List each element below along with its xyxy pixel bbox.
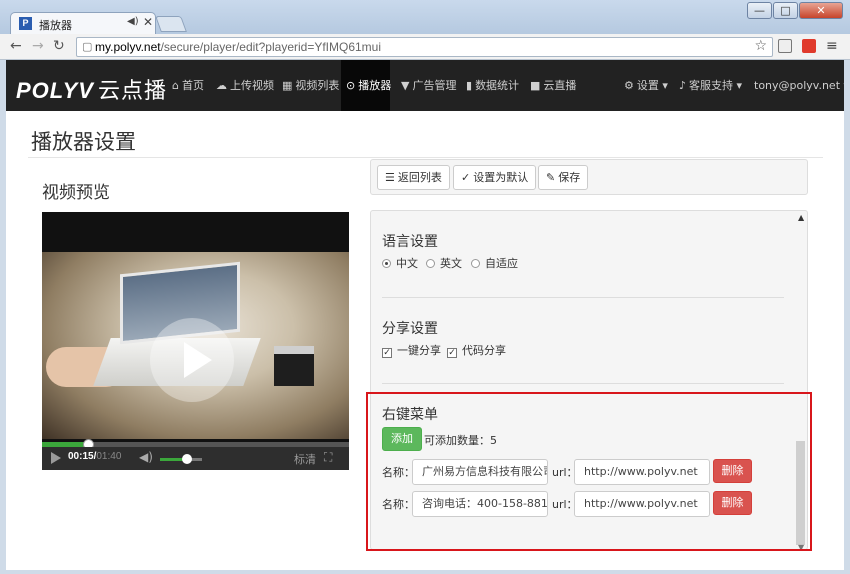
nav-item-live[interactable]: ■ 云直播 <box>530 60 576 111</box>
nav-item-account[interactable]: tony@polyv.net ▾ <box>754 60 844 111</box>
maximize-button[interactable]: □ <box>773 2 798 19</box>
share-option-one-click[interactable]: ✓ 一键分享 <box>382 342 441 358</box>
nav-item-stats[interactable]: ▮ 数据统计 <box>466 60 519 111</box>
save-button[interactable]: ✎ 保存 <box>538 165 589 190</box>
top-navbar: POLYV 云点播 ⌂ 首页 ☁ 上传视频 ▦ 视频列表 ⊙ 播放器 ▼ 广告管理 ▮ 数据统… <box>6 60 844 111</box>
play-circle-icon: ⊙ <box>346 79 356 92</box>
check-circle-icon: ✓ <box>461 171 471 184</box>
language-option-auto[interactable]: 自适应 <box>471 255 518 271</box>
browser-menu-icon[interactable]: ≡ <box>826 38 838 54</box>
video-frame[interactable] <box>42 252 349 439</box>
divider <box>382 383 784 384</box>
big-play-button[interactable] <box>150 318 234 402</box>
browser-toolbar: ← → ↻ ▢ my.polyv.net/secure/player/edit?… <box>0 34 850 60</box>
page-title: 播放器设置 <box>31 130 136 154</box>
bookmark-star-icon[interactable]: ☆ <box>754 38 767 54</box>
language-title: 语言设置 <box>382 234 438 250</box>
scroll-up-arrow-icon[interactable]: ▲ <box>798 213 804 222</box>
preview-title: 视频预览 <box>42 183 110 203</box>
tab-close-icon[interactable]: ✕ <box>143 15 153 29</box>
share-option-code[interactable]: ✓ 代码分享 <box>447 342 506 358</box>
video-camera-icon: ■ <box>530 79 541 92</box>
language-option-english[interactable]: 英文 <box>426 255 462 271</box>
browser-titlebar: P 播放器 ◀) ✕ — □ ✕ <box>0 0 850 34</box>
volume-slider[interactable] <box>160 454 202 464</box>
extension-shield-icon[interactable] <box>778 39 792 53</box>
time-display: 00:15/01:40 <box>68 451 122 462</box>
filter-icon: ▼ <box>401 79 410 92</box>
upload-icon: ☁ <box>216 79 227 92</box>
nav-item-ads[interactable]: ▼ 广告管理 <box>401 60 456 111</box>
nav-item-upload[interactable]: ☁ 上传视频 <box>216 60 274 111</box>
polyv-favicon-icon: P <box>19 17 32 30</box>
video-scene-cube <box>274 346 314 386</box>
set-default-button[interactable]: ✓ 设置为默认 <box>453 165 537 190</box>
radio-icon[interactable] <box>426 259 435 268</box>
back-arrow-icon[interactable]: ← <box>10 38 22 54</box>
bell-icon: ♪ <box>679 79 687 92</box>
close-window-button[interactable]: ✕ <box>799 2 843 19</box>
gear-icon: ⚙ <box>624 79 634 92</box>
radio-icon[interactable] <box>382 259 391 268</box>
back-to-list-button[interactable]: ☰ 返回列表 <box>377 165 450 190</box>
polyv-logo[interactable]: POLYV 云点播 <box>16 73 167 105</box>
video-player[interactable]: 00:15/01:40 ◀) 标清 ⛶ <box>42 212 349 470</box>
video-controls: 00:15/01:40 ◀) 标清 ⛶ <box>42 447 349 470</box>
share-title: 分享设置 <box>382 321 438 337</box>
nav-item-player[interactable]: ⊙ 播放器 <box>341 60 391 111</box>
new-tab-button[interactable] <box>155 16 187 32</box>
fullscreen-icon[interactable]: ⛶ <box>324 450 332 465</box>
nav-item-home[interactable]: ⌂ 首页 <box>172 60 204 111</box>
nav-item-support[interactable]: ♪ 客服支持 ▾ <box>679 60 742 111</box>
checkbox-icon[interactable]: ✓ <box>447 348 457 358</box>
speaker-icon[interactable]: ◀) <box>127 16 139 27</box>
divider <box>28 157 823 158</box>
bar-chart-icon: ▮ <box>466 79 473 92</box>
volume-handle[interactable] <box>182 454 193 464</box>
page-info-icon[interactable]: ▢ <box>82 40 92 53</box>
save-icon: ✎ <box>546 171 556 184</box>
reload-icon[interactable]: ↻ <box>53 38 65 54</box>
nav-item-video-list[interactable]: ▦ 视频列表 <box>282 60 339 111</box>
minimize-button[interactable]: — <box>747 2 772 19</box>
highlight-box <box>366 392 812 551</box>
quality-button[interactable]: 标清 <box>294 451 316 467</box>
url-text[interactable]: my.polyv.net/secure/player/edit?playerid… <box>95 40 381 54</box>
action-toolbar: ☰ 返回列表 ✓ 设置为默认 ✎ 保存 <box>370 159 808 195</box>
browser-tab[interactable]: P 播放器 ◀) ✕ <box>10 12 156 34</box>
list-icon: ☰ <box>385 171 395 184</box>
checkbox-icon[interactable]: ✓ <box>382 348 392 358</box>
language-option-chinese[interactable]: 中文 <box>382 255 418 271</box>
extension-red-icon[interactable] <box>802 39 816 53</box>
divider <box>382 297 784 298</box>
volume-icon[interactable]: ◀) <box>139 450 153 464</box>
play-icon[interactable] <box>51 452 61 464</box>
film-icon: ▦ <box>282 79 293 92</box>
radio-icon[interactable] <box>471 259 480 268</box>
tab-title: 播放器 <box>39 19 72 32</box>
address-bar[interactable]: ▢ my.polyv.net/secure/player/edit?player… <box>76 37 773 57</box>
forward-arrow-icon[interactable]: → <box>32 38 44 54</box>
nav-item-settings[interactable]: ⚙ 设置 ▾ <box>624 60 668 111</box>
home-icon: ⌂ <box>172 79 179 92</box>
